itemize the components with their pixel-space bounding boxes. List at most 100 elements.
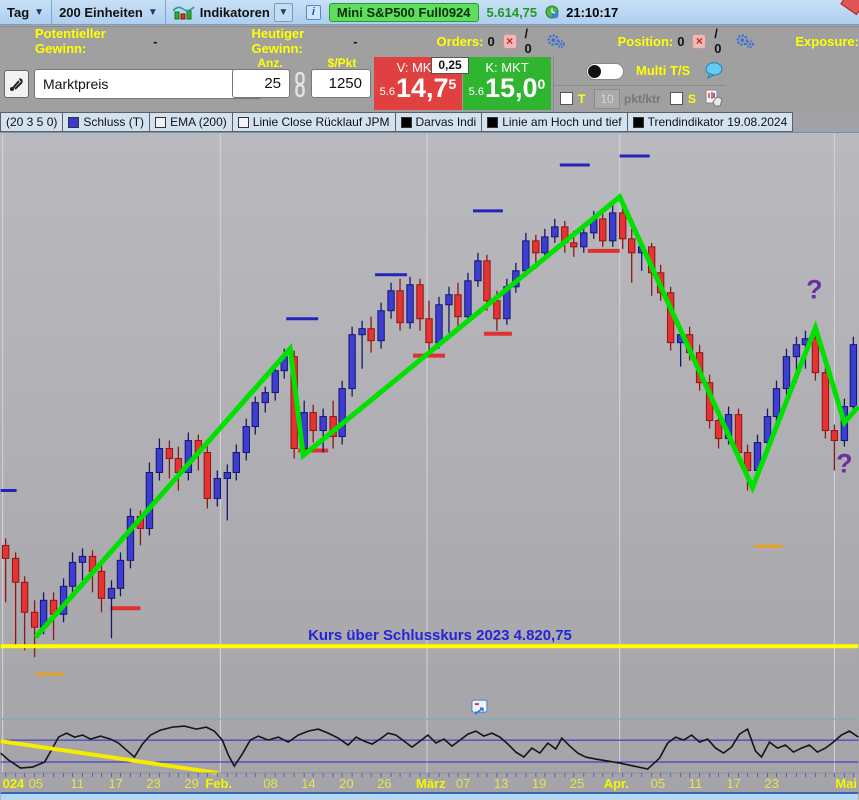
axis-label-13: 13: [494, 776, 508, 791]
axis-label-0: 024: [3, 776, 25, 791]
oscillator-panel: [0, 718, 859, 776]
oscillator-yellow-trendline: [0, 739, 219, 776]
axis-label-15: 25: [570, 776, 584, 791]
multi-ts-group: Multi T/S T 10 pkt/ktr S: [553, 55, 726, 112]
close-position-icon[interactable]: ×: [692, 33, 707, 49]
indicators-chevron-button[interactable]: ▼: [273, 2, 293, 22]
chat-bubble-icon[interactable]: [704, 61, 724, 79]
bid-price-prefix: 5.6: [379, 86, 395, 98]
question-mark-annotation-1: ?: [836, 448, 852, 478]
last-price: 5.614,75: [486, 4, 538, 20]
symbol-badge[interactable]: Mini S&P500 Full0924: [328, 2, 479, 22]
units-label: 200 Einheiten: [59, 4, 143, 20]
question-mark-annotation-0: ?: [806, 275, 822, 305]
dollar-per-point-input[interactable]: 1250: [311, 69, 371, 98]
period-label: Tag: [7, 4, 30, 20]
stop-checkbox[interactable]: [670, 92, 683, 105]
axis-label-8: 14: [301, 776, 315, 791]
status-row: Potentieller Gewinn: - Heutiger Gewinn: …: [0, 26, 859, 56]
trading-app-window: Tag ▼ 200 Einheiten ▼ Indikatoren ▼ i Mi…: [0, 0, 859, 800]
legend-item-3[interactable]: Darvas Indi: [394, 112, 483, 132]
axis-label-20: 23: [764, 776, 778, 791]
chevron-down-icon: ▼: [147, 6, 158, 18]
ask-price-prefix: 5.6: [468, 86, 484, 98]
candlestick-chart-icon: [172, 6, 195, 20]
axis-label-2: 11: [71, 776, 84, 791]
axis-label-18: 11: [689, 776, 702, 791]
target-stop-row: T 10 pkt/ktr S: [554, 85, 726, 112]
chart-canvas[interactable]: Kurs über Schlusskurs 2023 4.820,75?? 024…: [0, 132, 859, 800]
period-dropdown[interactable]: Tag ▼: [0, 0, 53, 24]
info-icon[interactable]: i: [305, 4, 321, 20]
axis-label-19: 17: [727, 776, 741, 791]
axis-label-5: 29: [184, 776, 198, 791]
axis-label-6: Feb.: [205, 776, 232, 791]
legend-item-0[interactable]: Schluss (T): [62, 112, 151, 132]
top-toolbar: Tag ▼ 200 Einheiten ▼ Indikatoren ▼ i Mi…: [0, 0, 859, 25]
legend-item-4[interactable]: Linie am Hoch und tief: [481, 112, 628, 132]
hand-pointer-icon[interactable]: [704, 88, 726, 110]
orders-label: Orders:: [436, 33, 484, 49]
today-gain-label: Heutiger Gewinn:: [251, 26, 305, 56]
position-label: Position:: [617, 33, 674, 49]
orders-settings-icon[interactable]: [546, 33, 566, 49]
corner-alert-icon[interactable]: [840, 0, 859, 16]
axis-label-16: Apr.: [604, 776, 629, 791]
indicators-dropdown[interactable]: Indikatoren ▼: [166, 0, 300, 24]
legend-swatch: [68, 116, 80, 128]
session-time: 21:10:17: [566, 4, 619, 20]
tools-button[interactable]: [4, 70, 29, 98]
quantity-input[interactable]: 25: [232, 69, 290, 98]
target-points-input[interactable]: 10: [594, 89, 620, 109]
order-type-value: Marktpreis: [43, 76, 109, 92]
multi-ts-toggle[interactable]: [586, 63, 624, 80]
target-checkbox[interactable]: [560, 92, 573, 105]
axis-label-17: 05: [651, 776, 665, 791]
ask-price-fraction: 0: [537, 76, 546, 92]
legend-swatch: [237, 116, 249, 128]
axis-label-21: Mai: [835, 776, 857, 791]
legend-params[interactable]: (20 3 5 0): [0, 112, 64, 132]
legend-item-5[interactable]: Trendindikator 19.08.2024: [626, 112, 794, 132]
stop-label: S: [688, 92, 697, 106]
position-working: / 0: [714, 26, 722, 56]
legend-item-label: Darvas Indi: [415, 115, 477, 129]
legend-item-label: Schluss (T): [83, 115, 145, 129]
chevron-down-icon: ▼: [278, 6, 289, 18]
cancel-orders-icon[interactable]: ×: [502, 33, 517, 49]
support-line-annotation: Kurs über Schlusskurs 2023 4.820,75: [308, 627, 572, 644]
orders-count: 0: [487, 33, 495, 49]
x-axis: 024 05 11 17 23 29 Feb. 08 14 20 26 März 07 13 19 25 Apr…: [0, 772, 859, 800]
chart-marker-icon[interactable]: [471, 699, 488, 715]
position-settings-icon[interactable]: [735, 33, 755, 49]
link-icon[interactable]: [293, 71, 307, 99]
potential-gain-value: -: [153, 33, 158, 49]
points-per-contract-label: pkt/ktr: [624, 92, 661, 106]
axis-label-11: März: [416, 776, 446, 791]
chevron-down-icon: ▼: [34, 6, 45, 18]
legend-params-text: (20 3 5 0): [6, 115, 58, 129]
indicator-legend: (20 3 5 0) Schluss (T) EMA (200) Linie Clo…: [0, 112, 859, 132]
order-type-select[interactable]: Marktpreis ▼: [34, 69, 262, 99]
exposure-label: Exposure:: [795, 33, 859, 49]
units-dropdown[interactable]: 200 Einheiten ▼: [52, 0, 166, 24]
legend-item-label: Trendindikator 19.08.2024: [647, 115, 788, 129]
legend-item-1[interactable]: EMA (200): [149, 112, 233, 132]
legend-swatch: [155, 116, 167, 128]
legend-item-label: EMA (200): [170, 115, 227, 129]
toggle-knob: [588, 65, 601, 78]
legend-item-2[interactable]: Linie Close Rücklauf JPM: [231, 112, 396, 132]
trade-panel: Marktpreis ▼ Anz. 25 $/Pkt 1250 V: MKT 5…: [0, 55, 859, 112]
dollar-per-point-label: $/Pkt: [327, 56, 357, 70]
legend-item-label: Linie Close Rücklauf JPM: [252, 115, 390, 129]
oscillator-line: [0, 725, 859, 770]
today-gain-value: -: [353, 33, 358, 49]
legend-swatch: [400, 116, 412, 128]
axis-label-12: 07: [456, 776, 470, 791]
position-count: 0: [677, 33, 685, 49]
axis-label-10: 26: [377, 776, 391, 791]
chart-gridlines: [2, 133, 835, 774]
buy-market-button[interactable]: K: MKT 5.6 15,0 0: [463, 57, 551, 110]
legend-swatch: [632, 116, 644, 128]
clock-icon: [545, 5, 559, 18]
